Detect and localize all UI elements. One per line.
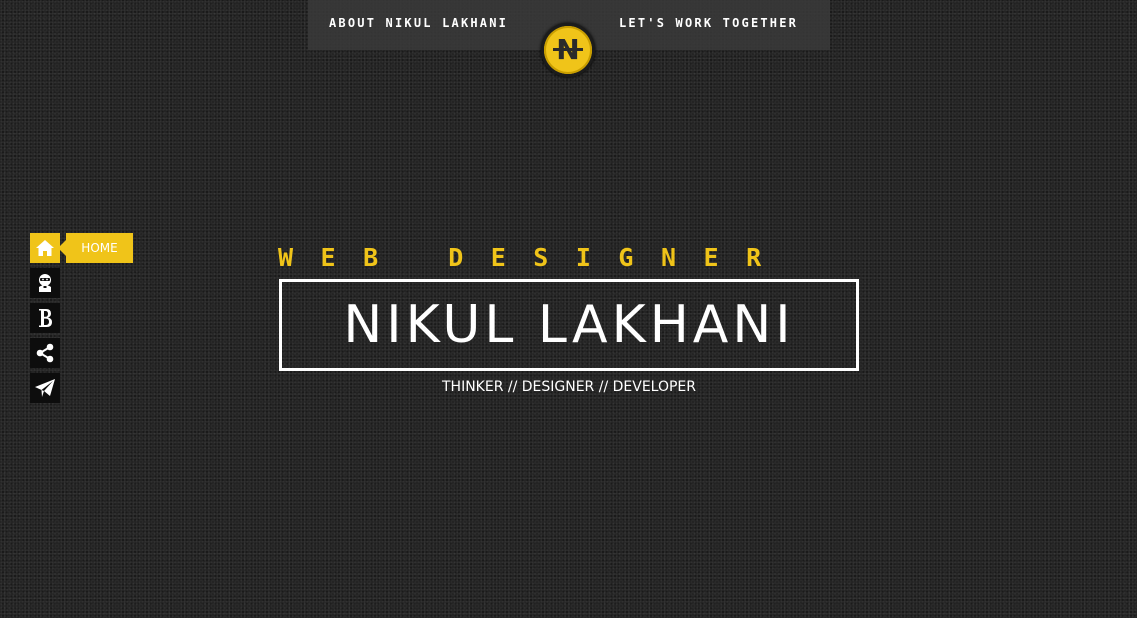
nav-work-link[interactable]: LET'S WORK TOGETHER: [619, 16, 798, 30]
logo-badge: N: [544, 26, 592, 74]
bold-b-icon: [37, 308, 53, 328]
side-item-share[interactable]: [30, 338, 60, 368]
share-icon: [35, 343, 55, 363]
logo-button[interactable]: N: [541, 23, 595, 77]
home-icon: [35, 239, 55, 257]
side-item-contact[interactable]: [30, 373, 60, 403]
nav-about-link[interactable]: ABOUT NIKUL LAKHANI: [329, 16, 508, 30]
hero-subtitle: WEB DESIGNER: [278, 243, 789, 272]
ninja-icon: [36, 273, 54, 293]
logo-strike-bar: [553, 48, 583, 51]
home-tooltip: HOME: [58, 233, 133, 263]
paper-plane-icon: [34, 378, 56, 398]
side-item-ninja[interactable]: [30, 268, 60, 298]
side-item-blog[interactable]: [30, 303, 60, 333]
side-item-home[interactable]: [30, 233, 60, 263]
hero-name: NIKUL LAKHANI: [343, 295, 795, 355]
hero-tagline: THINKER // DESIGNER // DEVELOPER: [441, 379, 697, 395]
hero-name-box: NIKUL LAKHANI: [279, 279, 859, 371]
